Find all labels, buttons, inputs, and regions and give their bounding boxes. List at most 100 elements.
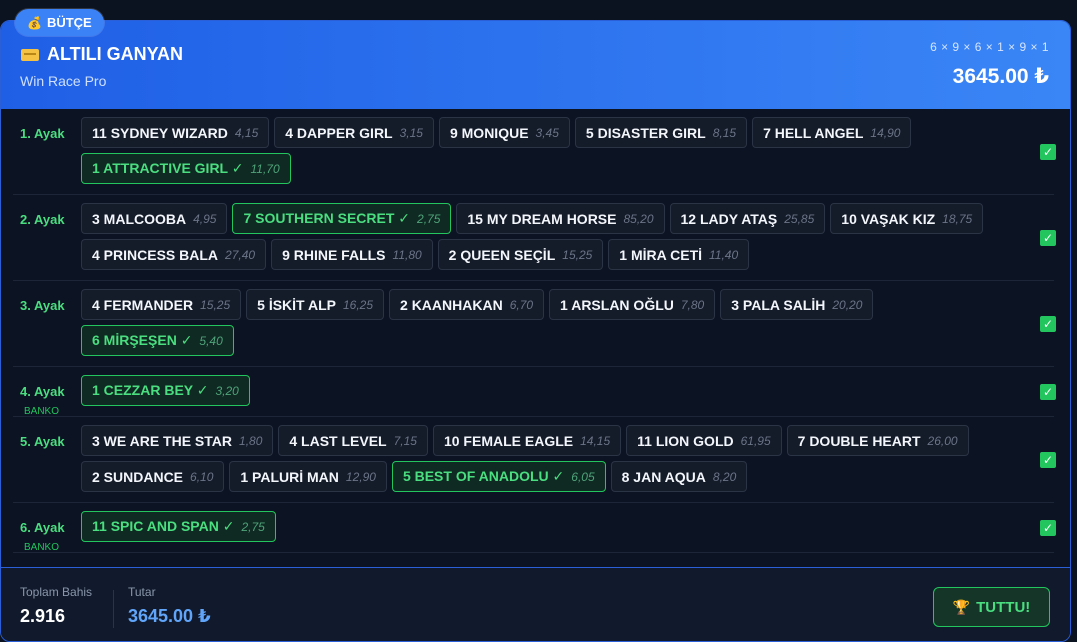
leg-label: 3. Ayak bbox=[20, 298, 80, 313]
horse-chip[interactable]: 9 MONIQUE 3,45 bbox=[438, 117, 570, 148]
horse-odds: 7,15 bbox=[393, 433, 417, 448]
horse-chip[interactable]: 3 WE ARE THE STAR 1,80 bbox=[81, 425, 274, 456]
horse-name: 4 LAST LEVEL bbox=[289, 432, 387, 449]
leg-checkbox[interactable]: ✓ bbox=[1040, 384, 1056, 400]
horse-chip[interactable]: 9 RHINE FALLS 11,80 bbox=[271, 239, 433, 270]
horse-name: 15 MY DREAM HORSE bbox=[467, 210, 617, 227]
horse-odds: 8,15 bbox=[712, 125, 737, 140]
budget-badge[interactable]: 💰 BÜTÇE bbox=[15, 9, 104, 36]
horse-name: 8 JAN AQUA bbox=[621, 468, 706, 485]
horse-chip-selected[interactable]: 5 BEST OF ANADOLU ✓ 6,05 bbox=[391, 461, 606, 492]
horse-name: 5 DISASTER GIRL bbox=[585, 124, 706, 141]
horse-chip[interactable]: 8 JAN AQUA 8,20 bbox=[610, 461, 748, 492]
horse-name: 7 HELL ANGEL bbox=[763, 124, 864, 141]
horse-chip[interactable]: 7 DOUBLE HEART 26,00 bbox=[786, 425, 969, 456]
horse-chip[interactable]: 10 VAŞAK KIZ 18,75 bbox=[830, 203, 984, 234]
leg-label-text: 4. Ayak bbox=[20, 384, 65, 399]
horse-odds: 6,10 bbox=[190, 469, 214, 484]
horse-odds: 5,40 bbox=[199, 333, 223, 348]
horse-chip-selected[interactable]: 11 SPIC AND SPAN ✓ 2,75 bbox=[81, 511, 276, 542]
horse-chip[interactable]: 10 FEMALE EAGLE 14,15 bbox=[432, 425, 622, 456]
horse-chip-selected[interactable]: 7 SOUTHERN SECRET ✓ 2,75 bbox=[232, 203, 452, 234]
horse-list: 11 SYDNEY WIZARD 4,15 4 DAPPER GIRL 3,15 9 M… bbox=[81, 109, 1023, 194]
submit-bet-button[interactable]: 🏆 TUTTU! bbox=[933, 587, 1050, 627]
horse-chip[interactable]: 5 DISASTER GIRL 8,15 bbox=[574, 117, 748, 148]
horse-odds: 61,95 bbox=[740, 433, 771, 448]
horse-chip[interactable]: 4 PRINCESS BALA 27,40 bbox=[81, 239, 267, 270]
horse-chip[interactable]: 4 DAPPER GIRL 3,15 bbox=[274, 117, 434, 148]
leg-checkbox[interactable]: ✓ bbox=[1040, 230, 1056, 246]
horse-chip[interactable]: 15 MY DREAM HORSE 85,20 bbox=[456, 203, 665, 234]
horse-odds: 20,20 bbox=[832, 297, 863, 312]
leg-row: 1. Ayak 11 SYDNEY WIZARD 4,15 4 DAPPER GIRL… bbox=[13, 109, 1056, 195]
horse-name: 4 DAPPER GIRL bbox=[285, 124, 393, 141]
horse-name: 4 PRINCESS BALA bbox=[92, 246, 219, 263]
horse-name: 1 ATTRACTIVE GIRL ✓ bbox=[92, 160, 244, 176]
horse-odds: 1,80 bbox=[239, 433, 263, 448]
horse-odds: 15,25 bbox=[200, 297, 231, 312]
horse-chip[interactable]: 2 SUNDANCE 6,10 bbox=[81, 461, 225, 492]
horse-chip[interactable]: 4 FERMANDER 15,25 bbox=[81, 289, 242, 320]
horse-chip[interactable]: 1 ARSLAN OĞLU 7,80 bbox=[549, 289, 716, 320]
horse-odds: 2,75 bbox=[241, 519, 265, 534]
horse-odds: 8,20 bbox=[712, 469, 737, 484]
trophy-icon: 🏆 bbox=[952, 598, 971, 615]
horse-name: 3 WE ARE THE STAR bbox=[92, 432, 233, 449]
leg-checkbox[interactable]: ✓ bbox=[1040, 520, 1056, 536]
horse-odds: 3,45 bbox=[535, 125, 559, 140]
horse-name: 7 DOUBLE HEART bbox=[797, 432, 921, 449]
leg-label-text: 6. Ayak bbox=[20, 520, 65, 535]
horse-name: 10 VAŞAK KIZ bbox=[841, 210, 936, 227]
horse-chip[interactable]: 12 LADY ATAŞ 25,85 bbox=[669, 203, 826, 234]
horse-chip-selected[interactable]: 6 MİRŞEŞEN ✓ 5,40 bbox=[81, 325, 234, 356]
horse-chip[interactable]: 2 KAANHAKAN 6,70 bbox=[389, 289, 545, 320]
banko-tag: BANKO bbox=[24, 542, 60, 553]
horse-odds: 18,75 bbox=[942, 211, 973, 226]
horse-chip[interactable]: 2 QUEEN SEÇİL 15,25 bbox=[437, 239, 604, 270]
leg-checkbox[interactable]: ✓ bbox=[1040, 316, 1056, 332]
horse-chip[interactable]: 5 İSKİT ALP 16,25 bbox=[246, 289, 385, 320]
horse-odds: 11,40 bbox=[709, 247, 739, 262]
horse-odds: 4,95 bbox=[193, 211, 217, 226]
bet-card: ALTILI GANYAN Win Race Pro 6 × 9 × 6 × 1… bbox=[0, 20, 1071, 642]
leg-row: 4. Ayak BANKO 1 CEZZAR BEY ✓ 3,20 ✓ bbox=[13, 367, 1056, 417]
leg-checkbox[interactable]: ✓ bbox=[1040, 144, 1056, 160]
horse-chip[interactable]: 4 LAST LEVEL 7,15 bbox=[278, 425, 428, 456]
horse-name: 9 MONIQUE bbox=[449, 124, 529, 141]
horse-chip[interactable]: 11 LION GOLD 61,95 bbox=[626, 425, 782, 456]
horse-name: 3 PALA SALİH bbox=[731, 296, 826, 313]
horse-chip[interactable]: 11 SYDNEY WIZARD 4,15 bbox=[81, 117, 270, 148]
horse-odds: 26,00 bbox=[927, 433, 958, 448]
horse-name: 9 RHINE FALLS bbox=[282, 246, 386, 263]
leg-label: 2. Ayak bbox=[20, 212, 80, 227]
horse-name: 4 FERMANDER bbox=[92, 296, 194, 313]
horse-chip[interactable]: 3 MALCOOBA 4,95 bbox=[81, 203, 228, 234]
budget-badge-label: BÜTÇE bbox=[46, 15, 92, 30]
horse-chip[interactable]: 3 PALA SALİH 20,20 bbox=[720, 289, 874, 320]
leg-label-text: 5. Ayak bbox=[20, 434, 65, 449]
leg-label: 4. Ayak BANKO bbox=[20, 384, 80, 417]
horse-chip[interactable]: 1 PALURİ MAN 12,90 bbox=[229, 461, 387, 492]
leg-checkbox[interactable]: ✓ bbox=[1040, 452, 1056, 468]
horse-chip-selected[interactable]: 1 CEZZAR BEY ✓ 3,20 bbox=[81, 375, 250, 406]
amount-value: 3645.00 ₺ bbox=[128, 606, 211, 626]
horse-chip[interactable]: 1 MİRA CETİ 11,40 bbox=[608, 239, 750, 270]
horse-name: 1 PALURİ MAN bbox=[240, 468, 339, 485]
money-bag-icon: 💰 bbox=[27, 15, 42, 30]
horse-odds: 6,05 bbox=[571, 469, 595, 484]
horse-name: 1 ARSLAN OĞLU bbox=[560, 296, 674, 313]
leg-row: 2. Ayak 3 MALCOOBA 4,95 7 SOUTHERN SECRET ✓… bbox=[13, 195, 1056, 281]
horse-list: 4 FERMANDER 15,25 5 İSKİT ALP 16,25 2 KAANHA… bbox=[81, 281, 1023, 366]
leg-row: 3. Ayak 4 FERMANDER 15,25 5 İSKİT ALP 16,25 2… bbox=[13, 281, 1056, 367]
horse-chip[interactable]: 7 HELL ANGEL 14,90 bbox=[752, 117, 912, 148]
footer-divider bbox=[113, 590, 114, 628]
horse-name: 12 LADY ATAŞ bbox=[680, 210, 778, 227]
horse-name: 1 CEZZAR BEY ✓ bbox=[92, 382, 209, 398]
horse-name: 11 LION GOLD bbox=[637, 432, 734, 449]
horse-name: 2 KAANHAKAN bbox=[400, 296, 503, 313]
horse-odds: 11,80 bbox=[392, 247, 422, 262]
legs-list: 1. Ayak 11 SYDNEY WIZARD 4,15 4 DAPPER GIRL… bbox=[1, 109, 1070, 553]
horse-chip-selected[interactable]: 1 ATTRACTIVE GIRL ✓ 11,70 bbox=[81, 153, 291, 184]
amount-label: Tutar bbox=[128, 585, 156, 599]
ticket-icon bbox=[21, 48, 39, 61]
